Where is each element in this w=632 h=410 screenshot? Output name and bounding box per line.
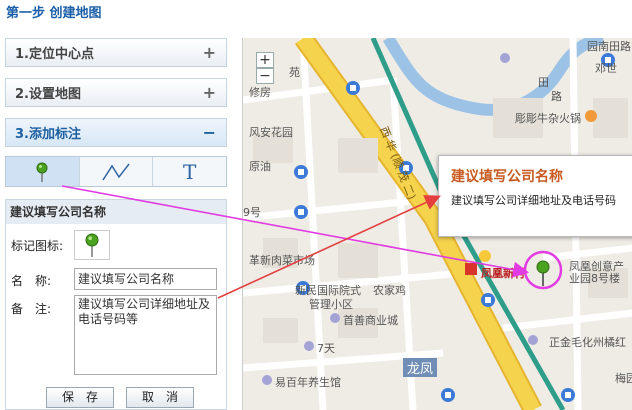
metro-station-label: 凤凰新村: [481, 267, 525, 280]
map-label: 修房: [249, 86, 271, 99]
map-label: 原油: [249, 160, 271, 173]
name-label: 名 称:: [11, 274, 52, 288]
marker-tool-icon: [36, 162, 48, 182]
map-canvas[interactable]: + − 苑 修房 风安花园 原油 9号 革新肉菜市场 新民国际院式 管理小区 农…: [242, 38, 632, 410]
map-label: 园南田路: [587, 40, 631, 53]
popup-title: 建议填写公司名称: [451, 169, 563, 185]
icon-label: 标记图标:: [11, 239, 64, 253]
zoom-control: + −: [256, 52, 274, 84]
accordion-locate-center[interactable]: 1.定位中心点 +: [5, 38, 227, 67]
marker-form: 建议填写公司名称 标记图标: 名 称: 建议填写公司名称 备 注: 建议填写公司…: [5, 199, 227, 410]
map-label: 路: [551, 90, 562, 103]
zoom-in-button[interactable]: +: [256, 52, 274, 68]
map-label: 革新肉菜市场: [249, 254, 315, 267]
popup-text: 建议填写公司详细地址及电话号码: [451, 194, 616, 207]
map-label: 易百年养生馆: [275, 376, 341, 389]
text-tool-button[interactable]: T: [153, 157, 227, 186]
map-label: 业园8号楼: [569, 272, 620, 285]
accordion-label: 1.定位中心点: [15, 47, 94, 62]
text-tool-icon: T: [183, 159, 197, 184]
accordion-map-settings[interactable]: 2.设置地图 +: [5, 78, 227, 107]
polyline-tool-button[interactable]: [79, 157, 154, 186]
marker-info-popup: 建议填写公司名称 建议填写公司详细地址及电话号码: [438, 155, 632, 237]
map-label: 首善商业城: [343, 314, 398, 327]
polyline-tool-icon: [102, 163, 130, 180]
green-pin-icon: [85, 233, 99, 257]
map-label: 9号: [243, 206, 261, 219]
page-title: 第一步 创建地图: [6, 6, 102, 21]
map-label: 梅园: [615, 372, 632, 385]
expand-icon: +: [202, 83, 216, 102]
map-label: 苑: [289, 66, 300, 79]
map-label: 田: [538, 76, 549, 89]
map-label: 正金毛化州橘红: [549, 336, 626, 349]
cancel-button[interactable]: 取 消: [126, 387, 194, 408]
collapse-icon: −: [202, 123, 216, 142]
note-label: 备 注:: [11, 302, 52, 316]
map-label: 农家鸡: [373, 284, 406, 297]
accordion-add-marker[interactable]: 3.添加标注 −: [5, 118, 227, 147]
marker-tool-button[interactable]: [6, 157, 80, 186]
save-button[interactable]: 保 存: [46, 387, 114, 408]
app-root: 第一步 创建地图 1.定位中心点 + 2.设置地图 + 3.添加标注 − T 建…: [0, 0, 632, 410]
accordion-label: 3.添加标注: [15, 127, 81, 142]
marker-icon-picker[interactable]: [74, 230, 110, 260]
map-label: 彫彫牛杂火锅: [515, 112, 581, 125]
map-label: 风安花园: [249, 126, 293, 139]
map-label: 邓世: [595, 62, 617, 75]
zoom-out-button[interactable]: −: [256, 68, 274, 84]
marker-toolbar: T: [5, 156, 227, 187]
map-label: 管理小区: [309, 298, 353, 311]
expand-icon: +: [202, 43, 216, 62]
form-header: 建议填写公司名称: [6, 200, 226, 224]
name-input[interactable]: 建议填写公司名称: [74, 268, 217, 290]
accordion-label: 2.设置地图: [15, 87, 81, 102]
district-label: 龙凤: [403, 358, 438, 377]
note-textarea[interactable]: 建议填写公司详细地址及电话号码等: [74, 295, 217, 375]
map-label: 7天: [317, 342, 335, 355]
